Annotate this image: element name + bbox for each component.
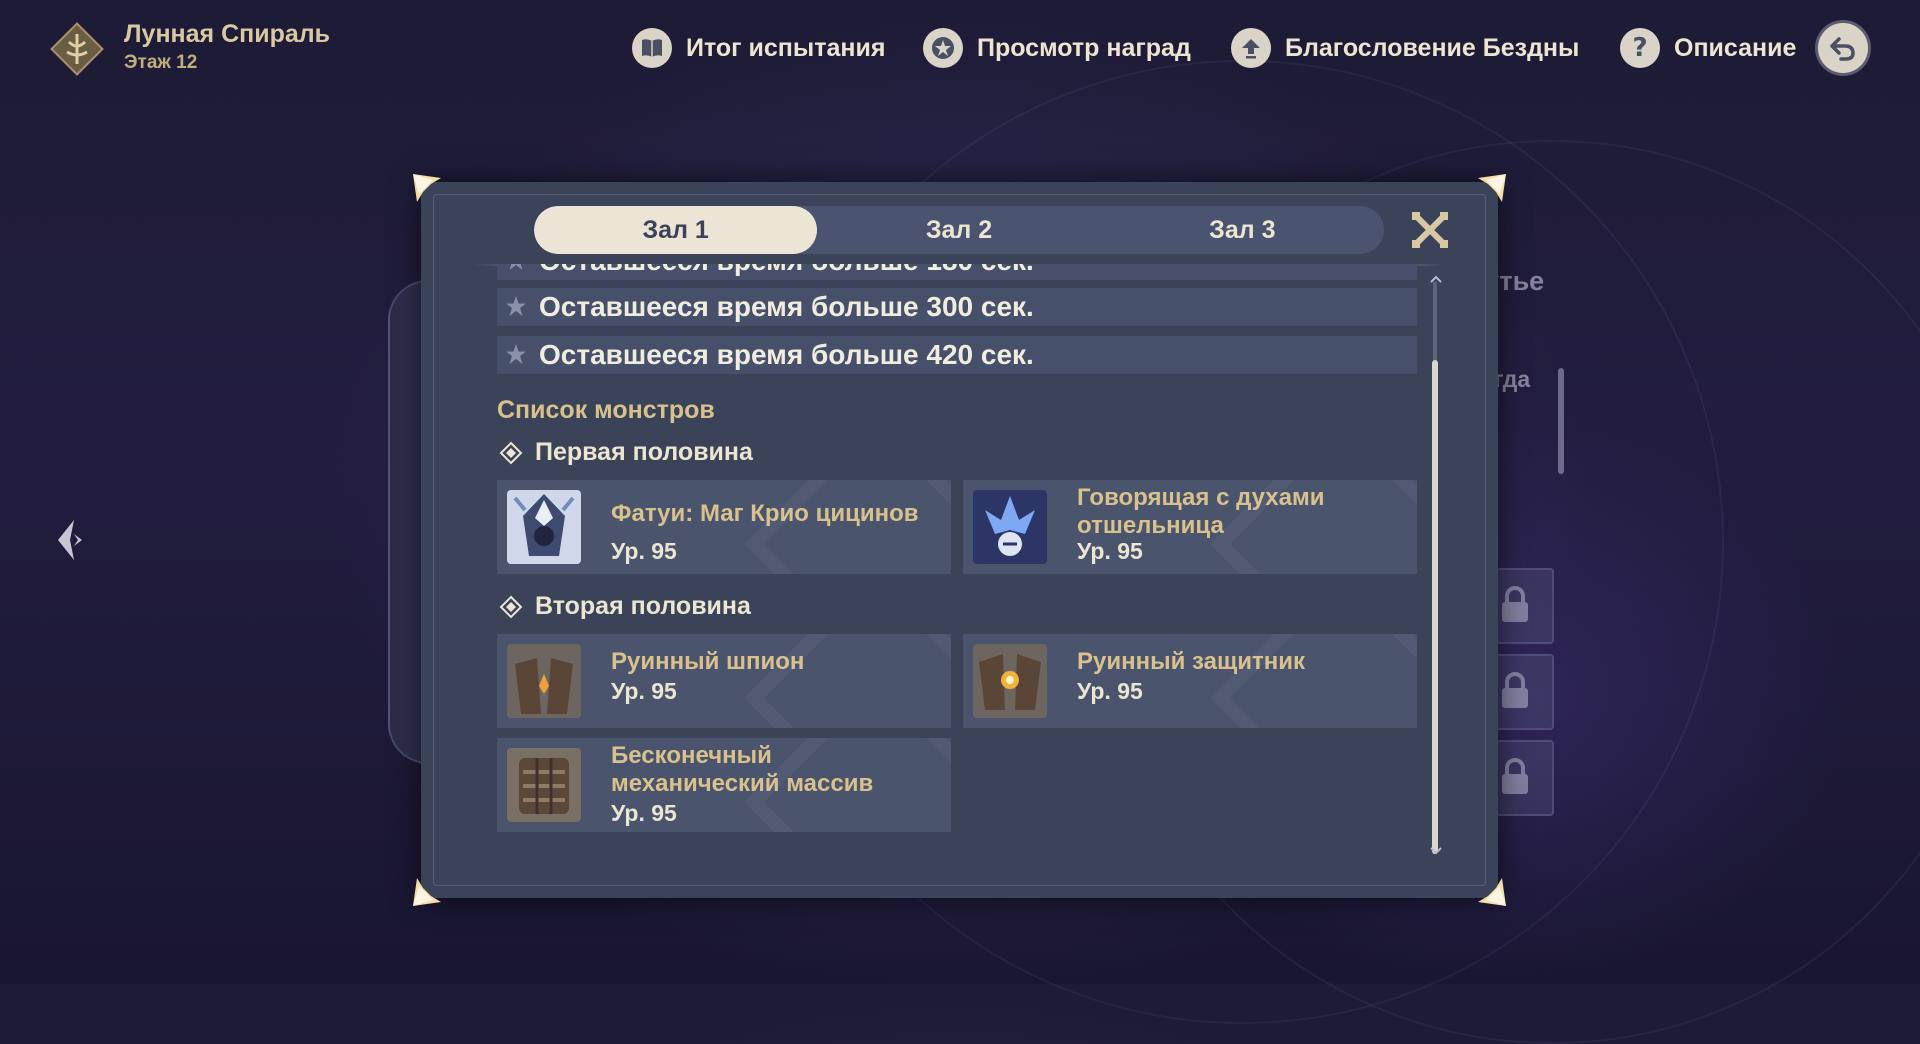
- corner-ornament-icon: [1478, 174, 1506, 202]
- monster-card[interactable]: Руинный защитник Ур. 95: [963, 634, 1417, 728]
- monster-name: Бесконечный механический массив: [611, 742, 874, 797]
- condition-text: Оставшееся время больше 420 сек.: [539, 339, 1034, 370]
- monster-level: Ур. 95: [611, 538, 677, 564]
- ruin-guard-portrait: [973, 644, 1047, 718]
- condition-row: Оставшееся время больше 300 сек.: [497, 288, 1417, 326]
- scroll-down-icon[interactable]: [1429, 846, 1443, 856]
- background-scrollbar: [1558, 368, 1564, 474]
- previous-floor-arrow-icon[interactable]: [54, 516, 94, 564]
- close-icon[interactable]: [1408, 208, 1452, 252]
- ruin-scout-portrait: [507, 644, 581, 718]
- nav-abyss-blessing-button[interactable]: Благословение Бездны: [1231, 26, 1579, 70]
- tab-hall-1[interactable]: Зал 1: [534, 206, 818, 254]
- back-button[interactable]: [1815, 20, 1871, 76]
- scroll-up-icon[interactable]: [1429, 274, 1443, 284]
- scrollbar-thumb[interactable]: [1432, 360, 1438, 854]
- monster-name: Говорящая с духами отшельница: [1077, 484, 1325, 539]
- monster-name: Руинный шпион: [611, 648, 805, 675]
- monster-card[interactable]: Руинный шпион Ур. 95: [497, 634, 951, 728]
- question-icon: ?: [1620, 28, 1660, 68]
- nav-label: Благословение Бездны: [1285, 33, 1580, 62]
- monster-list-title: Список монстров: [497, 396, 715, 424]
- condition-row: Оставшееся время больше 420 сек.: [497, 336, 1417, 374]
- mechanical-array-portrait: [507, 748, 581, 822]
- star-badge-icon: [923, 28, 963, 68]
- monster-card[interactable]: Говорящая с духами отшельница Ур. 95: [963, 480, 1417, 574]
- title-block: Лунная Спираль Этаж 12: [124, 20, 330, 74]
- page-title: Лунная Спираль: [124, 20, 331, 48]
- dialog-scroll-content[interactable]: Оставшееся время больше 180 сек. Оставше…: [497, 264, 1417, 864]
- nav-label: Итог испытания: [686, 33, 886, 62]
- floor-details-dialog: Зал 1 Зал 2 Зал 3 Оставшееся время больш…: [413, 174, 1506, 906]
- condition-text: Оставшееся время больше 300 сек.: [539, 291, 1034, 322]
- star-icon: [506, 296, 526, 316]
- diamond-icon: [499, 595, 523, 618]
- lock-icon: [1502, 586, 1528, 622]
- monster-name: Руинный защитник: [1077, 648, 1305, 675]
- diamond-icon: [499, 441, 523, 464]
- corner-ornament-icon: [413, 174, 441, 202]
- monster-level: Ур. 95: [611, 800, 677, 826]
- upload-arrow-icon: [1231, 28, 1271, 68]
- nav-view-rewards-button[interactable]: Просмотр наград: [923, 26, 1191, 70]
- spiral-abyss-logo-icon: [50, 22, 104, 76]
- book-icon: [632, 28, 672, 68]
- monster-name: Фатуи: Маг Крио цицинов: [611, 500, 919, 527]
- corner-ornament-icon: [413, 878, 441, 906]
- corner-ornament-icon: [1478, 878, 1506, 906]
- hall-tabs: Зал 1 Зал 2 Зал 3: [534, 206, 1384, 254]
- second-half-title: Вторая половина: [499, 592, 751, 621]
- star-icon: [509, 264, 523, 270]
- star-icon: [506, 344, 526, 364]
- cryo-mage-portrait: [507, 490, 581, 564]
- monster-level: Ур. 95: [1077, 678, 1143, 704]
- nav-description-button[interactable]: ? Описание: [1620, 26, 1796, 70]
- condition-row: Оставшееся время больше 180 сек.: [497, 264, 1417, 280]
- monster-card[interactable]: Бесконечный механический массив Ур. 95: [497, 738, 951, 832]
- lock-icon: [1502, 672, 1528, 708]
- condition-text: Оставшееся время больше 180 сек.: [539, 264, 1034, 277]
- back-arrow-icon: [1830, 37, 1855, 61]
- spirit-whisperer-portrait: [973, 490, 1047, 564]
- nav-label: Просмотр наград: [977, 33, 1191, 62]
- tab-hall-2[interactable]: Зал 2: [817, 206, 1100, 254]
- monster-level: Ур. 95: [1077, 538, 1143, 564]
- monster-card[interactable]: Фатуи: Маг Крио цицинов Ур. 95: [497, 480, 951, 574]
- half-title-text: Первая половина: [535, 438, 753, 466]
- half-title-text: Вторая половина: [535, 592, 751, 620]
- nav-label: Описание: [1674, 33, 1797, 62]
- nav-challenge-summary-button[interactable]: Итог испытания: [632, 26, 885, 70]
- monster-level: Ур. 95: [611, 678, 677, 704]
- lock-icon: [1502, 758, 1528, 794]
- first-half-title: Первая половина: [499, 438, 753, 467]
- floor-label: Этаж 12: [124, 52, 198, 73]
- tab-hall-3[interactable]: Зал 3: [1101, 206, 1384, 254]
